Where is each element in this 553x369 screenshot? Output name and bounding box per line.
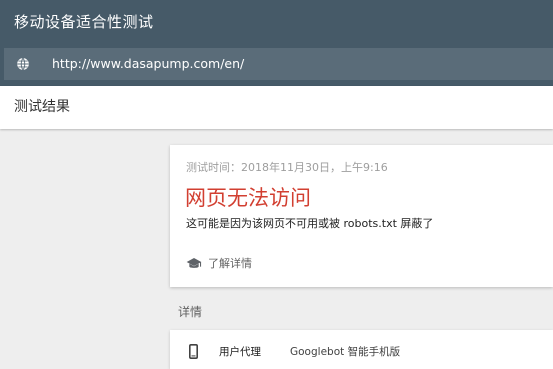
school-cap-icon bbox=[186, 258, 202, 268]
details-card: 用户代理 Googlebot 智能手机版 bbox=[170, 330, 553, 369]
globe-icon bbox=[17, 57, 29, 71]
error-description: 这可能是因为该网页不可用或被 robots.txt 屏蔽了 bbox=[186, 217, 434, 230]
url-input[interactable]: http://www.dasapump.com/en/ bbox=[4, 48, 553, 80]
url-text: http://www.dasapump.com/en/ bbox=[52, 56, 245, 71]
learn-more-label: 了解详情 bbox=[208, 257, 252, 270]
app-title: 移动设备适合性测试 bbox=[14, 13, 154, 31]
details-heading: 详情 bbox=[178, 305, 203, 319]
results-title: 测试结果 bbox=[14, 99, 70, 115]
learn-more-link[interactable]: 了解详情 bbox=[186, 255, 252, 273]
test-time: 测试时间：2018年11月30日，上午9:16 bbox=[186, 161, 388, 174]
result-card: 测试时间：2018年11月30日，上午9:16 网页无法访问 这可能是因为该网页… bbox=[170, 145, 553, 287]
user-agent-value: Googlebot 智能手机版 bbox=[290, 346, 401, 358]
error-heading: 网页无法访问 bbox=[185, 186, 311, 210]
phone-icon bbox=[189, 344, 198, 359]
results-header: 测试结果 bbox=[0, 86, 553, 129]
top-bar: 移动设备适合性测试 http://www.dasapump.com/en/ bbox=[0, 0, 553, 86]
user-agent-label: 用户代理 bbox=[219, 346, 261, 358]
